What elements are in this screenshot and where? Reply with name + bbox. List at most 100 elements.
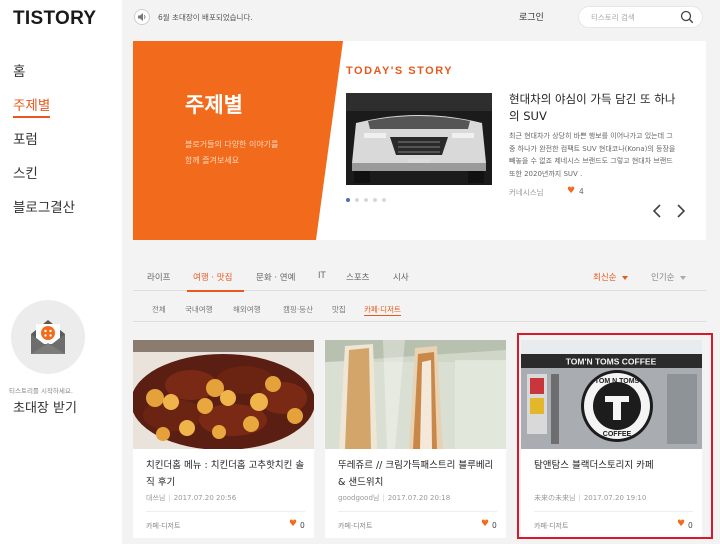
post-title[interactable]: 뚜레쥬르 // 크림가득패스트리 블루베리 & 샌드위치 [338, 457, 498, 491]
post-thumbnail[interactable] [325, 340, 506, 449]
sidebar-item-label: 스킨 [13, 166, 38, 182]
post-likes: 0 [300, 521, 305, 530]
invite-title[interactable]: 초대장 받기 [13, 397, 77, 416]
today-story-likes: 4 [579, 187, 584, 196]
today-story-headline[interactable]: 현대차의 야심이 가득 담긴 또 하나의 SUV [509, 91, 679, 125]
chevron-left-icon[interactable] [652, 203, 662, 222]
post-date: 2017.07.20 19:10 [583, 494, 647, 502]
suv-photo [346, 93, 492, 185]
heart-icon[interactable]: ♥ [481, 519, 489, 529]
sidebar-item-label: 홈 [13, 64, 26, 80]
tab-sports[interactable]: 스포츠 [346, 271, 369, 283]
carousel-dot[interactable] [346, 198, 350, 202]
chevron-right-icon[interactable] [676, 203, 686, 222]
today-story-label: TODAY'S STORY [346, 65, 454, 77]
post-category[interactable]: 카페·디저트 [534, 521, 568, 531]
search-box [578, 6, 703, 28]
speaker-icon [134, 9, 150, 25]
carousel-dot[interactable] [355, 198, 359, 202]
sidebar-item-label: 주제별 [13, 98, 51, 118]
post-thumbnail[interactable]: TOM'N TOMS COFFEE TOM N TOMS COFFEE [521, 340, 702, 449]
today-story-author[interactable]: 커네시스님 [509, 187, 544, 198]
today-story-image[interactable] [346, 93, 492, 185]
cafe-sign-text: TOM'N TOMS COFFEE [566, 357, 657, 367]
carousel-dot[interactable] [382, 198, 386, 202]
sidebar-item-topics[interactable]: 주제별 [13, 94, 75, 128]
caret-down-icon [622, 275, 629, 280]
subtab-domestic-travel[interactable]: 국내여행 [185, 304, 213, 315]
card-divider [534, 511, 693, 512]
post-card[interactable]: 뚜레쥬르 // 크림가득패스트리 블루베리 & 샌드위치 goodgood님 | 2… [325, 340, 506, 538]
post-author[interactable]: 未来の未来님 [534, 494, 575, 502]
post-meta: 未来の未来님 | 2017.07.20 19:10 [534, 494, 647, 502]
post-card[interactable]: 치킨더홈 메뉴 : 치킨더홈 고추핫치킨 솔직 후기 대쓰님 | 2017.07.2… [133, 340, 314, 538]
carousel-dot[interactable] [373, 198, 377, 202]
fried-chicken-photo [133, 340, 314, 449]
post-date: 2017.07.20 20:18 [387, 494, 451, 502]
sidebar: TISTORY 홈 주제별 포럼 스킨 블로그결산 티스토리를 시작하세요. 초… [0, 0, 122, 544]
today-story-body: 최근 현대차가 상당히 바쁜 행보를 이어나가고 있는데 그 중 하나가 완전한… [509, 132, 676, 178]
sidebar-item-blog-summary[interactable]: 블로그결산 [13, 196, 75, 230]
post-author[interactable]: 대쓰님 [146, 494, 165, 502]
sidebar-item-label: 블로그결산 [13, 200, 76, 216]
tistory-logo[interactable]: TISTORY [13, 8, 96, 30]
heart-icon[interactable]: ♥ [677, 519, 685, 529]
tab-it[interactable]: IT [318, 271, 326, 281]
cafe-storefront-photo: TOM'N TOMS COFFEE TOM N TOMS COFFEE [521, 340, 702, 449]
post-meta: 대쓰님 | 2017.07.20 20:56 [146, 494, 237, 502]
pastry-photo [325, 340, 506, 449]
hero-title: 주제별 [185, 93, 243, 117]
post-category[interactable]: 카페·디저트 [338, 521, 372, 531]
subtab-overseas-travel[interactable]: 해외여행 [233, 304, 261, 315]
post-date: 2017.07.20 20:56 [173, 494, 237, 502]
heart-icon[interactable]: ♥ [567, 186, 575, 196]
post-title[interactable]: 치킨더홈 메뉴 : 치킨더홈 고추핫치킨 솔직 후기 [146, 457, 306, 491]
post-likes: 0 [688, 521, 693, 530]
sort-recent[interactable]: 최신순 [593, 271, 629, 283]
sort-popular-label: 인기순 [651, 273, 675, 283]
post-card[interactable]: TOM'N TOMS COFFEE TOM N TOMS COFFEE 탐앤탐스… [521, 340, 702, 538]
subcategory-tabs: 전체 국내여행 해외여행 캠핑·등산 맛집 카페·디저트 [133, 292, 706, 322]
sort-popular[interactable]: 인기순 [651, 271, 687, 283]
cafe-logo-text-top: TOM N TOMS [595, 378, 640, 385]
post-author[interactable]: goodgood님 [338, 494, 379, 502]
subtab-all[interactable]: 전체 [152, 304, 166, 315]
notice-text[interactable]: 6월 초대장이 배포되었습니다. [158, 12, 253, 23]
post-title[interactable]: 탐앤탐스 블랙더스토리지 카페 [534, 457, 694, 474]
sidebar-item-home[interactable]: 홈 [13, 60, 75, 94]
category-tabs: 라이프 여행 · 맛집 문화 · 연예 IT 스포츠 시사 최신순 인기순 [133, 266, 706, 292]
carousel-dot[interactable] [364, 198, 368, 202]
tab-life[interactable]: 라이프 [147, 271, 170, 283]
sidebar-item-skin[interactable]: 스킨 [13, 162, 75, 196]
tab-culture-entertainment[interactable]: 문화 · 연예 [256, 271, 295, 283]
login-link[interactable]: 로그인 [519, 10, 544, 23]
search-input[interactable] [591, 11, 681, 24]
sidebar-nav: 홈 주제별 포럼 스킨 블로그결산 [13, 60, 75, 230]
carousel-dots [346, 198, 386, 202]
search-icon[interactable] [680, 10, 694, 24]
invite-button[interactable] [11, 300, 85, 374]
post-category[interactable]: 카페·디저트 [146, 521, 180, 531]
hero-banner: 주제별 블로거들의 다양한 이야기를 함께 즐겨보세요 TODAY'S STOR… [133, 41, 706, 240]
post-meta: goodgood님 | 2017.07.20 20:18 [338, 494, 451, 502]
caret-down-icon [680, 275, 687, 280]
sidebar-item-forum[interactable]: 포럼 [13, 128, 75, 162]
envelope-icon [31, 320, 65, 354]
tab-travel-food[interactable]: 여행 · 맛집 [193, 271, 232, 283]
hero-subtitle: 블로거들의 다양한 이야기를 함께 즐겨보세요 [185, 140, 279, 165]
heart-icon[interactable]: ♥ [289, 519, 297, 529]
cafe-logo-text-bottom: COFFEE [603, 431, 632, 438]
tab-current-affairs[interactable]: 시사 [393, 271, 409, 283]
post-thumbnail[interactable] [133, 340, 314, 449]
subtab-label: 카페·디저트 [364, 305, 401, 316]
card-divider [338, 511, 497, 512]
post-likes: 0 [492, 521, 497, 530]
invite-caption: 티스토리를 시작하세요. [9, 387, 73, 395]
sidebar-item-label: 포럼 [13, 132, 38, 148]
card-divider [146, 511, 305, 512]
top-bar: 6월 초대장이 배포되었습니다. 로그인 [122, 0, 720, 34]
subtab-camping-hiking[interactable]: 캠핑·등산 [283, 304, 313, 315]
sort-recent-label: 최신순 [593, 273, 617, 283]
subtab-restaurants[interactable]: 맛집 [332, 304, 346, 315]
subtab-cafe-dessert[interactable]: 카페·디저트 [364, 304, 401, 316]
